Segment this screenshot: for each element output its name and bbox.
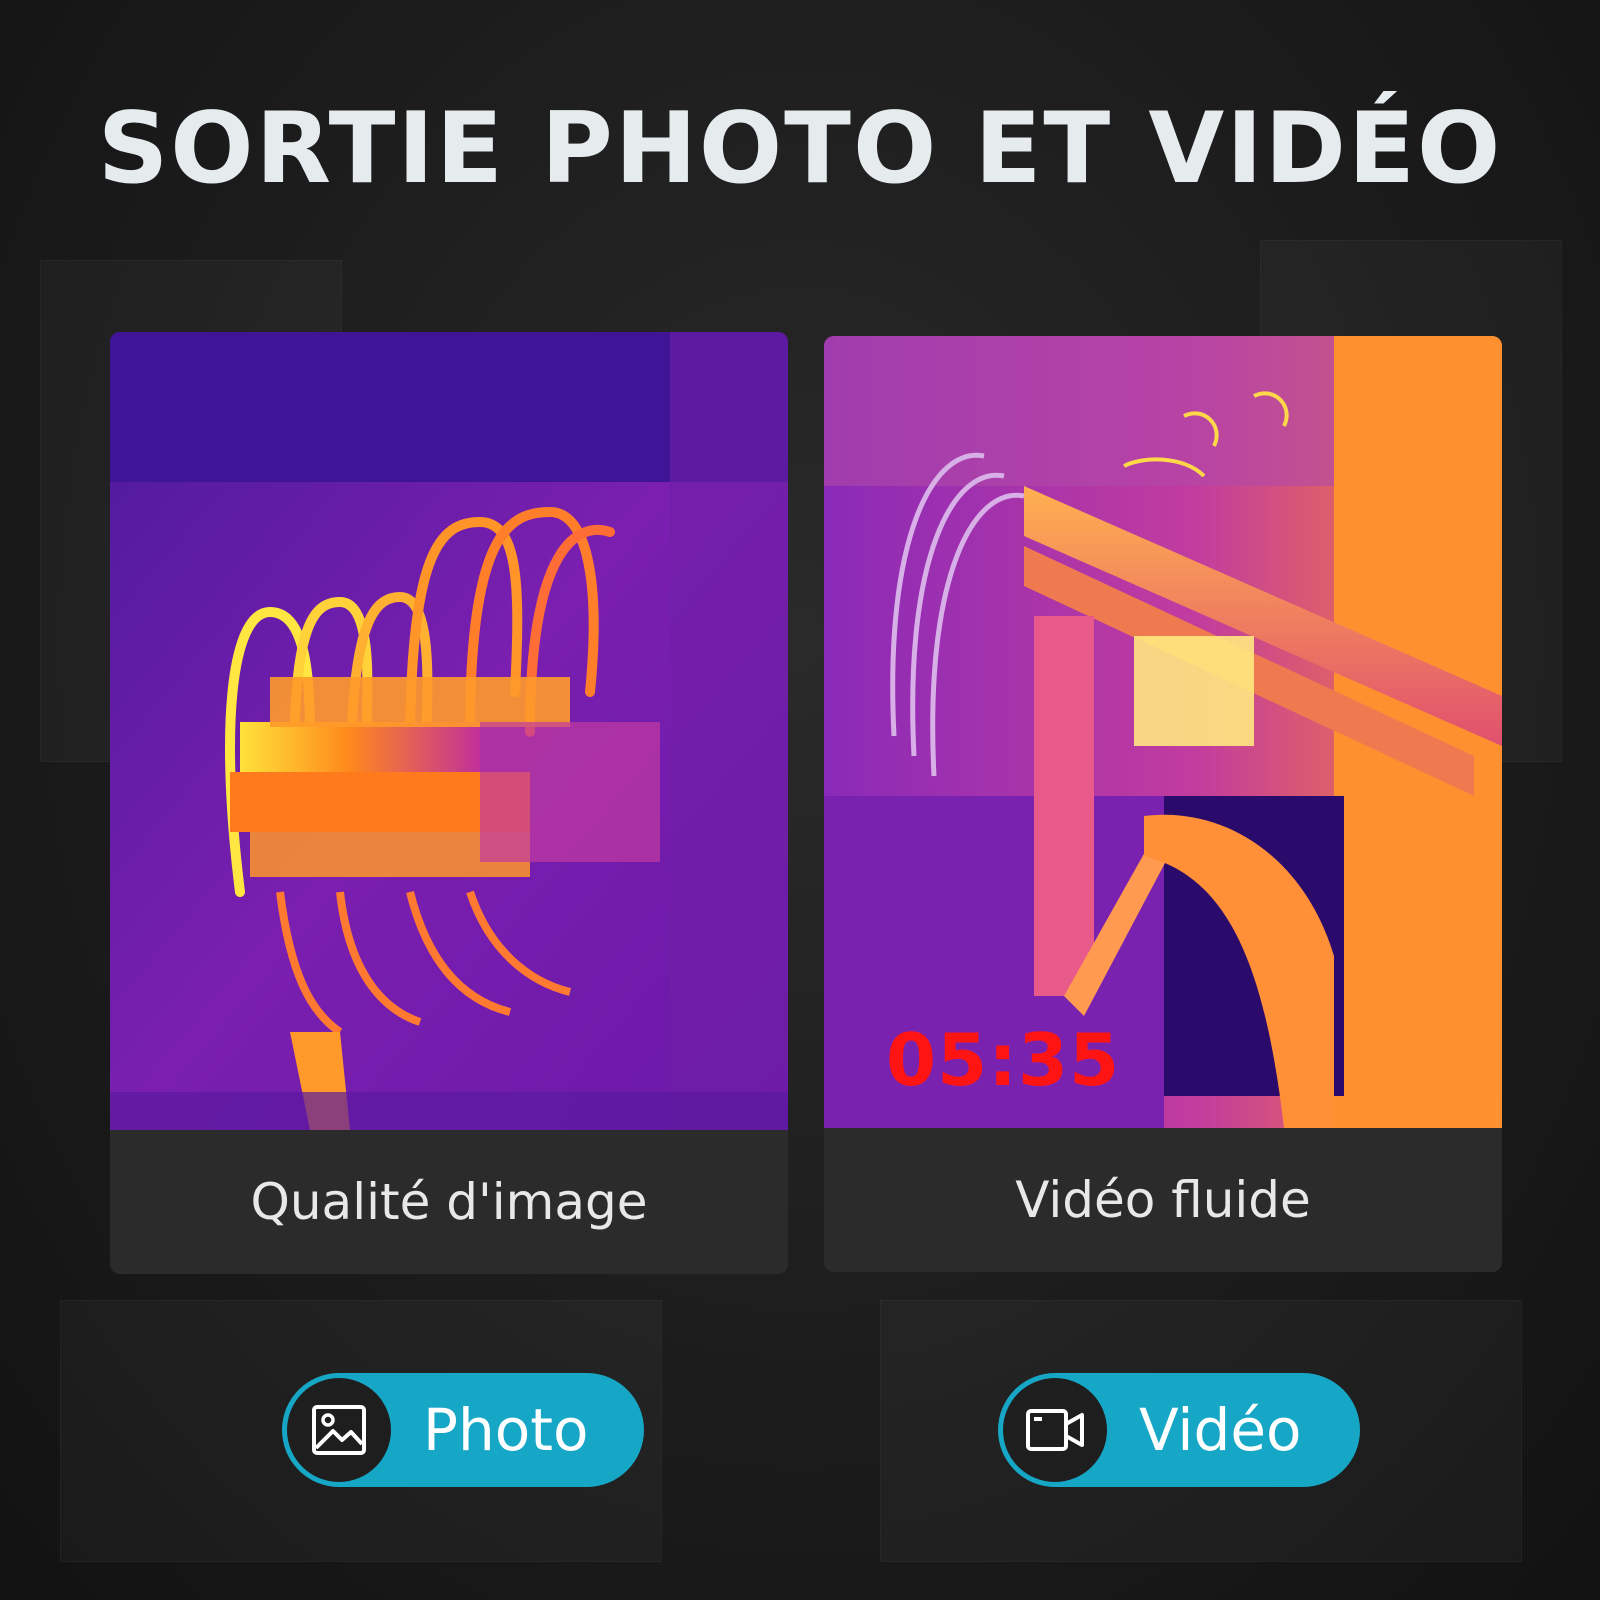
photo-button-label: Photo [423, 1396, 589, 1464]
photo-card: Qualité d'image [110, 332, 788, 1274]
photo-card-caption: Qualité d'image [110, 1130, 788, 1274]
thermal-video-frame [824, 336, 1502, 1128]
image-icon [287, 1378, 391, 1482]
page-title: SORTIE PHOTO ET VIDÉO [97, 92, 1503, 206]
thermal-photo-image [110, 332, 788, 1130]
video-card-caption: Vidéo fluide [824, 1128, 1502, 1272]
video-card: 05:35 Vidéo fluide [824, 336, 1502, 1272]
video-button-label: Vidéo [1139, 1396, 1302, 1464]
video-button[interactable]: Vidéo [998, 1373, 1360, 1487]
video-timer: 05:35 [886, 1018, 1121, 1102]
video-camera-icon [1003, 1378, 1107, 1482]
photo-button[interactable]: Photo [282, 1373, 644, 1487]
